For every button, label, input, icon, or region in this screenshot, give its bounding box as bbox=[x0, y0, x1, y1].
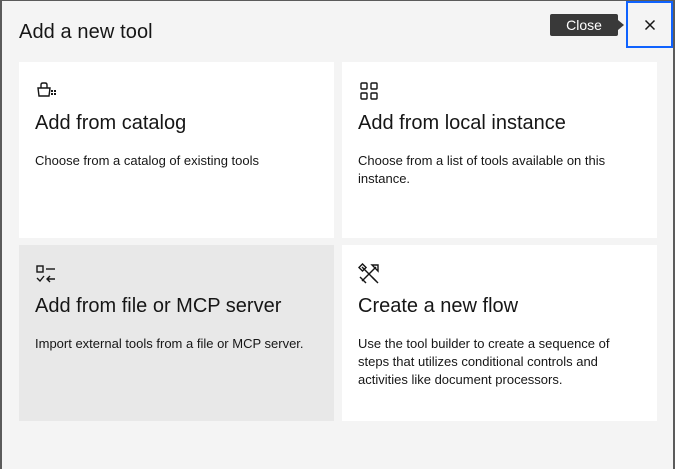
tile-title: Create a new flow bbox=[358, 295, 519, 317]
close-tooltip: Close bbox=[550, 14, 624, 36]
tile-add-from-catalog[interactable]: Add from catalog Choose from a catalog o… bbox=[19, 62, 334, 238]
grid-icon bbox=[360, 82, 378, 100]
tools-icon bbox=[358, 263, 379, 284]
import-list-icon bbox=[36, 265, 55, 283]
tile-title: Add from catalog bbox=[35, 112, 187, 134]
tile-create-new-flow[interactable]: Create a new flow Use the tool builder t… bbox=[342, 245, 657, 421]
catalog-icon bbox=[37, 82, 56, 97]
tile-description: Choose from a catalog of existing tools bbox=[35, 153, 260, 168]
tile-description: Use the tool builder to create a sequenc… bbox=[358, 336, 610, 387]
tile-title: Add from local instance bbox=[358, 112, 566, 134]
tile-add-from-file-or-mcp[interactable]: Add from file or MCP server Import exter… bbox=[19, 245, 334, 421]
tile-title: Add from file or MCP server bbox=[35, 295, 282, 317]
tile-description: Choose from a list of tools available on… bbox=[358, 153, 606, 186]
close-icon bbox=[644, 19, 655, 30]
close-button[interactable] bbox=[626, 1, 673, 48]
modal-title: Add a new tool bbox=[19, 21, 153, 43]
tile-add-from-local-instance[interactable]: Add from local instance Choose from a li… bbox=[342, 62, 657, 238]
tile-description: Import external tools from a file or MCP… bbox=[35, 336, 304, 351]
